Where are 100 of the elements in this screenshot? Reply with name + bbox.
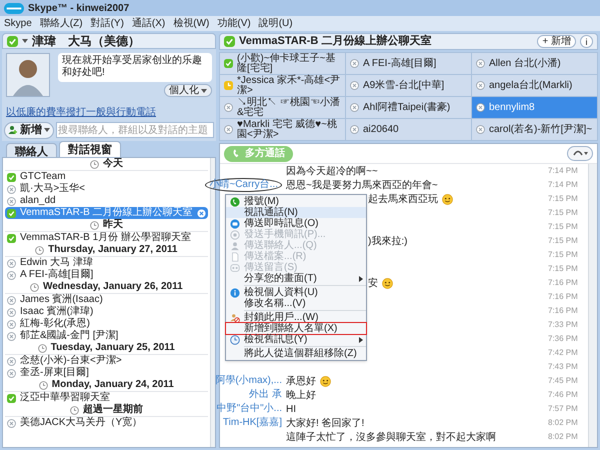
conversation-item[interactable]: 紅梅-彰化(承恩): [5, 318, 208, 330]
submenu-arrow-icon: [359, 336, 363, 342]
conversation-item[interactable]: 郁芷&國誠-金門 [尹潔]: [5, 330, 208, 342]
online-status-icon: [224, 59, 233, 68]
message-time: 7:14 PM: [548, 179, 579, 191]
message-time: 7:16 PM: [548, 291, 579, 303]
conversation-item[interactable]: James 賓洲(Isaac): [5, 294, 208, 306]
menu-item[interactable]: 聯絡人(Z): [40, 16, 83, 31]
mood-message[interactable]: 現在就开始享受居家创业的乐趣和好处吧!: [58, 53, 212, 82]
participant-item[interactable]: ♥Markli 宅宅 威德♥~桃園<尹潔>: [220, 119, 345, 140]
message-time: 7:15 PM: [548, 221, 579, 233]
chat-bubble-icon: [230, 218, 240, 228]
message-time: 8:02 PM: [548, 431, 579, 443]
conversation-item[interactable]: Isaac 賓洲(津瑋): [5, 306, 208, 318]
search-field[interactable]: 搜尋聯絡人，群組以及對話的主題: [56, 122, 214, 138]
message-time: 7:45 PM: [548, 375, 579, 387]
scrollbar[interactable]: [588, 164, 597, 447]
date-header: 今天: [102, 158, 123, 170]
caret-icon: [201, 88, 207, 92]
message-time: 7:36 PM: [548, 333, 579, 345]
menu-item[interactable]: 傳送即時訊息(O): [226, 218, 366, 229]
conversation-item[interactable]: 美德JACK大马关丹（Y宽）: [5, 417, 208, 429]
sender-name[interactable]: Tim-HK[嘉嘉]: [222, 417, 282, 429]
group-status-icon: [7, 208, 16, 218]
date-header: Monday, January 24, 2011: [52, 379, 174, 391]
menu-item[interactable]: 分享您的畫面(T): [226, 273, 366, 284]
message-text: HI: [286, 402, 296, 416]
offline-status-icon: [350, 59, 359, 68]
menu-item[interactable]: Skype: [4, 16, 32, 31]
info-icon: [230, 288, 240, 298]
conversation-item[interactable]: A FEI-高雄[目爾]: [5, 269, 208, 281]
sender-name[interactable]: 中野"台中"小...: [216, 403, 282, 415]
message-time: 7:42 PM: [548, 347, 579, 359]
conversation-item[interactable]: 泛亞中華學習聊天室: [5, 392, 208, 404]
menu-item[interactable]: 對話(Y): [90, 16, 124, 31]
message-time: 7:15 PM: [548, 263, 579, 275]
phone-icon: [232, 149, 241, 158]
menu-item[interactable]: 修改名稱...(V): [226, 298, 366, 309]
group-status-icon: [7, 394, 16, 402]
menu-item[interactable]: 封鎖此用戶...(W): [226, 312, 366, 323]
message-text: 大家好! 爸回家了!: [286, 416, 364, 430]
add-participant-button[interactable]: + 新增: [537, 35, 576, 48]
participant-item[interactable]: angela台北(Markli): [472, 75, 597, 96]
offline-status-icon: [7, 332, 16, 340]
participant-item[interactable]: ai20640: [346, 119, 471, 140]
message-time: 7:57 PM: [548, 403, 579, 415]
sender-name[interactable]: 外出 承: [249, 389, 282, 401]
offline-status-icon: [476, 125, 485, 134]
conversation-item[interactable]: 念慈(小米)-台東<尹潔>: [5, 355, 208, 367]
participant-item[interactable]: A9米雪-台北[中華]: [346, 75, 471, 96]
message-time: 7:33 PM: [548, 319, 579, 331]
close-icon[interactable]: [196, 208, 206, 218]
menu-item[interactable]: 檢視舊訊息(Y): [226, 334, 366, 345]
clock-icon: [30, 282, 39, 292]
sender-name[interactable]: 阿學(小max),...: [215, 375, 282, 387]
tab[interactable]: 聯絡人: [6, 143, 57, 157]
offline-status-icon: [7, 320, 16, 328]
conversation-item[interactable]: 奎丞-屏東[目爾]: [5, 367, 208, 379]
date-header: 超過一星期前: [82, 404, 143, 416]
offline-status-icon: [7, 184, 16, 194]
conversation-item[interactable]: alan_dd: [5, 195, 208, 207]
options-button[interactable]: [567, 146, 593, 161]
offline-status-icon: [7, 258, 16, 268]
tab[interactable]: 對話視窗: [59, 141, 121, 157]
conversation-item[interactable]: 凱·大马>玉华<: [5, 183, 208, 195]
personalize-button[interactable]: 個人化: [164, 84, 212, 97]
clock-icon: [230, 334, 240, 344]
info-button[interactable]: i: [580, 35, 593, 48]
clock-icon: [38, 380, 48, 390]
offline-status-icon: [7, 418, 16, 428]
sender-name[interactable]: 小晴~Carry台...: [205, 178, 282, 192]
clock-icon: [70, 406, 79, 414]
date-header: 昨天: [102, 219, 123, 231]
participant-item[interactable]: Allen 台北(小潘): [472, 53, 597, 74]
conversation-item[interactable]: VemmaSTAR-B 1月份 辦公學習聊天室: [5, 232, 208, 244]
participant-item[interactable]: carol(若名)-新竹[尹潔]~: [472, 119, 597, 140]
phone-icon: [230, 196, 240, 206]
menu-item[interactable]: 撥號(M): [226, 196, 366, 207]
menu-item[interactable]: 功能(V): [217, 16, 251, 31]
conversation-item[interactable]: Edwin 大马 津瑋: [5, 257, 208, 269]
offline-status-icon: [7, 368, 16, 378]
participant-item[interactable]: *Jessica 家禾*-高雄<尹潔>: [220, 75, 345, 96]
message-text: 安: [368, 276, 378, 290]
menu-item[interactable]: 視訊通話(N): [226, 207, 366, 218]
participant-item[interactable]: (小歡)~伸卡球王子~基隆[宅宅]: [220, 53, 345, 74]
participant-item[interactable]: ↘明北↖ ☞桃園☜小潘&宅宅: [220, 97, 345, 118]
add-button[interactable]: 新增: [4, 122, 54, 138]
menu-item[interactable]: 將此人從這個群組移除(Z): [226, 348, 366, 359]
menu-item[interactable]: 檢視個人資料(U): [226, 287, 366, 298]
participant-item[interactable]: A FEI-高雄[目爾]: [346, 53, 471, 74]
conversation-item[interactable]: GTCTeam: [5, 171, 208, 183]
menu-item[interactable]: 說明(U): [258, 16, 293, 31]
message-time: 7:46 PM: [548, 389, 579, 401]
menu-item[interactable]: 檢視(W): [173, 16, 210, 31]
voicemail-icon: [230, 262, 240, 272]
participant-item[interactable]: Ahl阿禮Taipei(書豪): [346, 97, 471, 118]
group-status-icon: [7, 234, 16, 242]
clock-icon: [35, 246, 44, 254]
menu-item[interactable]: 通話(X): [132, 16, 166, 31]
menu-item[interactable]: 新增到聯絡人名單(X): [226, 323, 366, 334]
